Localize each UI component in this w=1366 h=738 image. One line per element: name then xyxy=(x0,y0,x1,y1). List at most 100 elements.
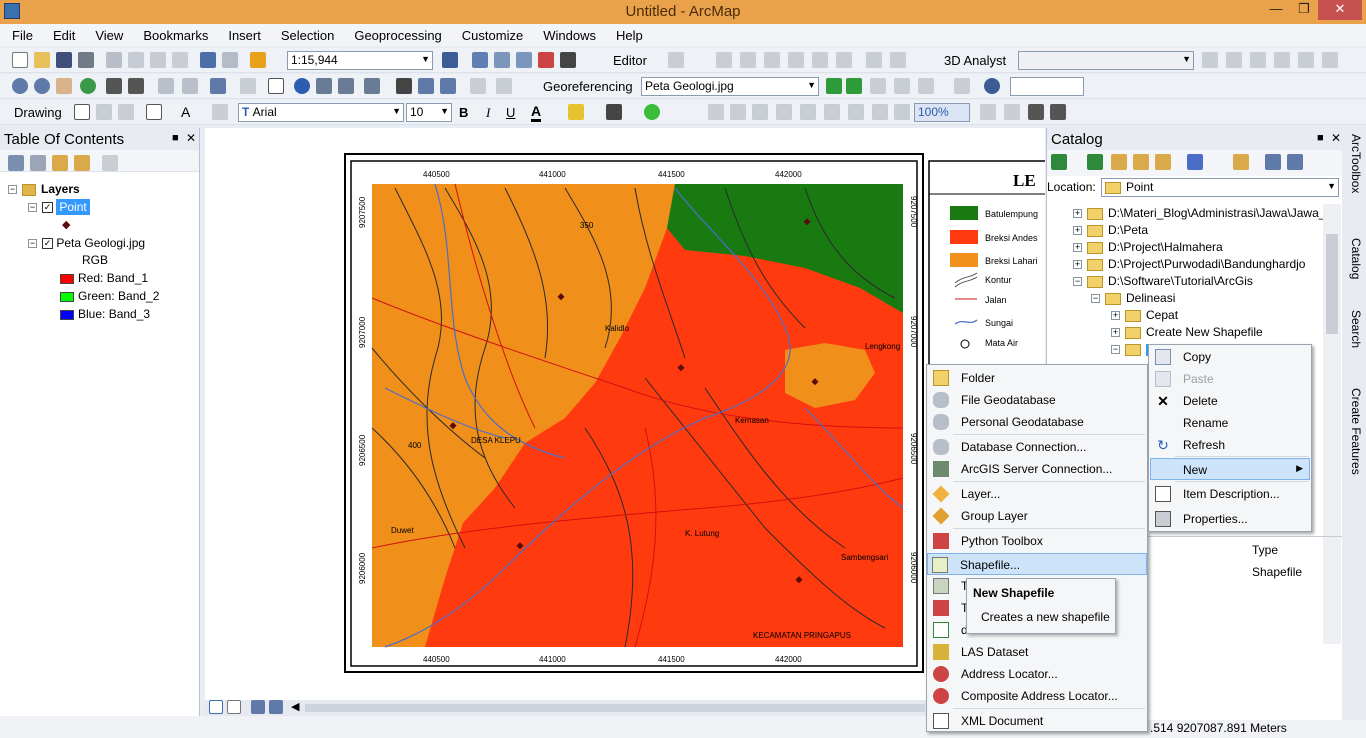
menu-new-shapefile[interactable]: Shapefile... xyxy=(927,553,1147,575)
line-color-icon[interactable] xyxy=(606,104,622,120)
toc-options-icon[interactable] xyxy=(102,155,118,171)
menu-new-layer[interactable]: Layer... xyxy=(929,483,1145,505)
shift-icon[interactable] xyxy=(846,78,862,94)
catalog-window-icon[interactable] xyxy=(494,52,510,68)
menu-new-address-locator[interactable]: Address Locator... xyxy=(929,663,1145,685)
measure-icon[interactable] xyxy=(338,78,354,94)
menu-new-database-connection[interactable]: Database Connection... xyxy=(929,436,1145,458)
time-slider-icon[interactable] xyxy=(470,78,486,94)
tree-folder[interactable]: + D:\Project\Halmahera xyxy=(1073,240,1223,254)
menu-insert[interactable]: Insert xyxy=(216,24,269,43)
menu-delete[interactable]: ✕ Delete xyxy=(1151,390,1309,412)
select-elements-icon[interactable] xyxy=(268,78,284,94)
clear-selection-icon[interactable] xyxy=(240,78,256,94)
layers-row[interactable]: − Layers xyxy=(8,182,80,196)
zoom-whole-page-icon[interactable] xyxy=(118,104,134,120)
georeferencing-menu[interactable]: Georeferencing xyxy=(543,79,633,94)
delete-icon[interactable] xyxy=(172,52,188,68)
fixed-zoom-out-icon[interactable] xyxy=(128,78,144,94)
save-icon[interactable] xyxy=(56,52,72,68)
tree-folder[interactable]: − Delineasi xyxy=(1091,291,1175,305)
map-layout-view[interactable]: 440500 441000 441500 442000 440500 44100… xyxy=(205,128,1050,700)
rectangle-icon[interactable] xyxy=(146,104,162,120)
menu-bookmarks[interactable]: Bookmarks xyxy=(131,24,216,43)
point-layer-row[interactable]: − ✓ Point xyxy=(28,199,90,215)
text-tool-icon[interactable]: A xyxy=(181,104,190,120)
close-button[interactable]: ✕ xyxy=(1318,0,1362,20)
tab-arctoolbox[interactable]: ArcToolbox xyxy=(1345,134,1363,193)
menu-properties[interactable]: Properties... xyxy=(1151,508,1309,530)
rotate-dropdown-icon[interactable] xyxy=(984,78,1000,94)
home-folder-icon[interactable] xyxy=(1133,154,1149,170)
forward-icon[interactable] xyxy=(1087,154,1103,170)
arctoolbox-icon[interactable] xyxy=(538,52,554,68)
menu-rename[interactable]: Rename xyxy=(1151,412,1309,434)
tree-folder[interactable]: + D:\Materi_Blog\Administrasi\Jawa\Jawa_ xyxy=(1073,206,1325,220)
full-extent-icon[interactable] xyxy=(80,78,96,94)
3d-analyst-menu[interactable]: 3D Analyst xyxy=(944,53,1006,68)
tree-folder[interactable]: − D:\Software\Tutorial\ArcGis xyxy=(1073,274,1253,288)
georef-layer-select[interactable]: Peta Geologi.jpg ▼ xyxy=(641,77,819,96)
tree-folder[interactable]: + D:\Project\Purwodadi\Bandunghardjo xyxy=(1073,257,1305,271)
menu-geoprocessing[interactable]: Geoprocessing xyxy=(342,24,449,43)
select-elements-draw-icon[interactable] xyxy=(74,104,90,120)
peta-visibility-checkbox[interactable]: ✓ xyxy=(42,238,53,250)
band-green-row[interactable]: Green: Band_2 xyxy=(60,289,159,303)
list-by-source-icon[interactable] xyxy=(30,155,46,171)
menu-new[interactable]: New ▶ xyxy=(1150,458,1310,480)
toggle-contents-icon[interactable] xyxy=(1233,154,1249,170)
font-size-select[interactable]: 10 ▼ xyxy=(406,103,452,122)
menu-windows[interactable]: Windows xyxy=(531,24,604,43)
band-blue-row[interactable]: Blue: Band_3 xyxy=(60,307,150,321)
toc-window-icon[interactable] xyxy=(472,52,488,68)
menu-customize[interactable]: Customize xyxy=(450,24,531,43)
menu-new-las-dataset[interactable]: LAS Dataset xyxy=(929,641,1145,663)
location-select[interactable]: Point ▼ xyxy=(1101,178,1339,197)
tab-search[interactable]: Search xyxy=(1345,310,1363,348)
point-visibility-checkbox[interactable]: ✓ xyxy=(42,202,53,214)
restore-button[interactable]: ❐ xyxy=(1290,0,1318,20)
edit-vertices-draw-icon[interactable] xyxy=(212,104,228,120)
underline-button[interactable]: U xyxy=(506,105,515,120)
zoom-out-icon[interactable] xyxy=(34,78,50,94)
italic-button[interactable]: I xyxy=(486,105,490,121)
band-red-row[interactable]: Red: Band_1 xyxy=(60,271,148,285)
refresh-view-icon[interactable] xyxy=(251,700,265,714)
viewer-window-icon[interactable] xyxy=(496,78,512,94)
data-view-icon[interactable] xyxy=(209,700,223,714)
search-window-icon[interactable] xyxy=(516,52,532,68)
scroll-left-icon[interactable]: ◀ xyxy=(291,700,299,713)
menu-selection[interactable]: Selection xyxy=(269,24,342,43)
html-popup-icon[interactable] xyxy=(316,78,332,94)
editor-toolbar-icon[interactable] xyxy=(442,52,458,68)
change-layout-icon[interactable] xyxy=(1028,104,1044,120)
tree-folder[interactable]: + Cepat xyxy=(1111,308,1178,322)
hyperlink-icon[interactable] xyxy=(364,78,380,94)
menu-new-dbase-table[interactable]: d xyxy=(929,619,968,641)
select-features-icon[interactable] xyxy=(210,78,226,94)
menu-edit[interactable]: Edit xyxy=(41,24,83,43)
python-window-icon[interactable] xyxy=(560,52,576,68)
menu-new-personal-geodatabase[interactable]: Personal Geodatabase xyxy=(929,411,1145,433)
font-select[interactable]: T Arial ▼ xyxy=(238,103,404,122)
menu-new-python-toolbox[interactable]: Python Toolbox xyxy=(929,530,1145,552)
menu-new-xml-document[interactable]: XML Document xyxy=(929,710,1145,732)
minimize-button[interactable]: — xyxy=(1262,0,1290,20)
tab-catalog[interactable]: Catalog xyxy=(1345,238,1363,279)
up-one-level-icon[interactable] xyxy=(1111,154,1127,170)
layout-view-icon[interactable] xyxy=(227,700,241,714)
undo-icon[interactable] xyxy=(200,52,216,68)
fill-color-icon[interactable] xyxy=(568,104,584,120)
tree-folder[interactable]: + D:\Peta xyxy=(1073,223,1148,237)
font-color-button[interactable]: A xyxy=(531,103,542,122)
rotation-input[interactable] xyxy=(1010,77,1084,96)
redo-icon[interactable] xyxy=(222,52,238,68)
data-driven-pages-icon[interactable] xyxy=(1050,104,1066,120)
list-by-drawing-order-icon[interactable] xyxy=(8,155,24,171)
menu-new-toolbox[interactable]: T xyxy=(929,597,968,619)
zoom-in-icon[interactable] xyxy=(12,78,28,94)
new-document-icon[interactable] xyxy=(12,52,28,68)
menu-item-description[interactable]: Item Description... xyxy=(1151,483,1309,505)
catalog-pin-icon[interactable]: ■ xyxy=(1317,132,1324,144)
open-folder-icon[interactable] xyxy=(34,52,50,68)
